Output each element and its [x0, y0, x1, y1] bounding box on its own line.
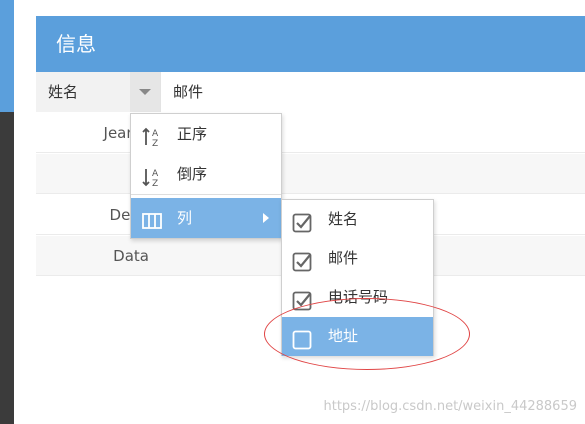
panel-title: 信息: [36, 16, 585, 72]
column-toggle-email[interactable]: 邮件: [282, 239, 433, 278]
menu-item-columns[interactable]: 列: [131, 198, 281, 238]
svg-text:Z: Z: [152, 179, 158, 188]
menu-item-label: 倒序: [177, 165, 208, 183]
column-toggle-address[interactable]: 地址: [282, 317, 433, 356]
menu-item-sort-descending[interactable]: A Z 倒序: [131, 154, 281, 194]
submenu-arrow-icon: [263, 213, 269, 223]
column-menu-button[interactable]: [130, 72, 160, 112]
menu-item-sort-ascending[interactable]: A Z 正序: [131, 114, 281, 154]
checkbox-checked-icon: [292, 209, 312, 233]
checkbox-checked-icon: [292, 248, 312, 272]
checkbox-checked-icon: [292, 287, 312, 311]
column-toggle-label: 姓名: [328, 210, 359, 228]
column-toggle-label: 地址: [328, 327, 359, 345]
left-sidebar-strip: [0, 0, 14, 424]
svg-text:Z: Z: [152, 139, 158, 148]
table-row[interactable]: W: [36, 154, 585, 194]
column-toggle-label: 电话号码: [328, 288, 389, 306]
checkbox-unchecked-icon: [292, 326, 312, 350]
watermark: https://blog.csdn.net/weixin_44288659: [323, 399, 577, 414]
menu-item-label: 列: [177, 209, 193, 227]
cell-name: Data: [113, 247, 149, 265]
column-toggle-phone[interactable]: 电话号码: [282, 278, 433, 317]
sidebar-accent: [0, 0, 14, 112]
menu-item-label: 正序: [177, 125, 208, 143]
svg-text:A: A: [152, 129, 159, 139]
grid-header: 姓名 邮件: [36, 72, 585, 112]
sort-ascending-icon: A Z: [141, 123, 163, 149]
sort-descending-icon: A Z: [141, 163, 163, 189]
columns-icon: [141, 207, 163, 229]
column-toggle-name[interactable]: 姓名: [282, 200, 433, 239]
table-row[interactable]: Jean L: [36, 113, 585, 153]
column-toggle-label: 邮件: [328, 249, 359, 267]
column-menu: A Z 正序 A Z 倒序 列: [130, 113, 282, 239]
column-header-email[interactable]: 邮件: [160, 72, 585, 112]
chevron-down-icon: [139, 89, 151, 95]
columns-submenu: 姓名 邮件 电话号码 地址: [281, 199, 434, 356]
menu-divider: [131, 194, 281, 195]
column-header-name[interactable]: 姓名: [36, 72, 130, 112]
svg-text:A: A: [152, 169, 159, 179]
